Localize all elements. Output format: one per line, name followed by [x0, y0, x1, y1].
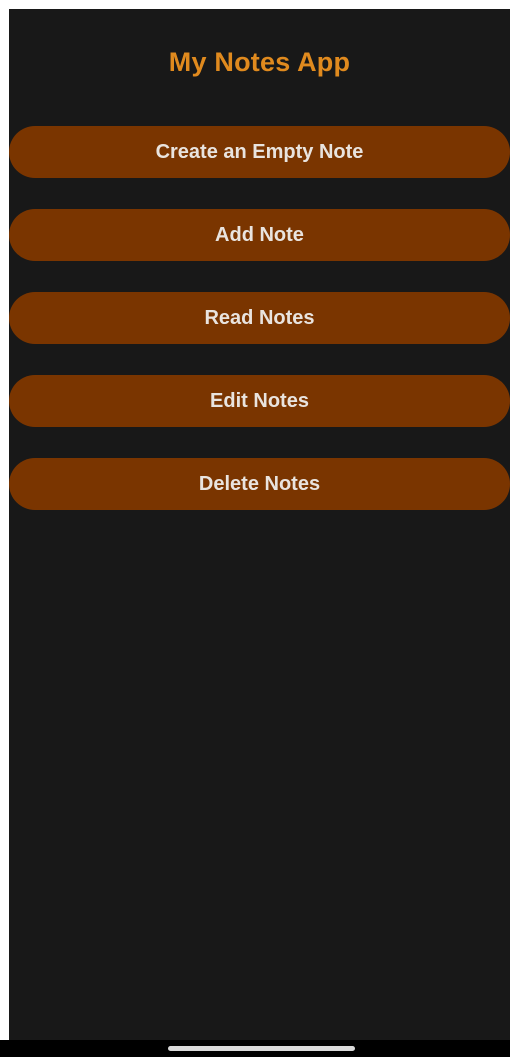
delete-notes-button[interactable]: Delete Notes — [9, 458, 510, 510]
add-note-button[interactable]: Add Note — [9, 209, 510, 261]
main-menu: Create an Empty Note Add Note Read Notes… — [9, 126, 510, 541]
app-screen: My Notes App Create an Empty Note Add No… — [9, 9, 510, 1040]
edit-notes-button[interactable]: Edit Notes — [9, 375, 510, 427]
read-notes-button[interactable]: Read Notes — [9, 292, 510, 344]
system-navigation-bar — [0, 1040, 510, 1057]
create-empty-note-button[interactable]: Create an Empty Note — [9, 126, 510, 178]
app-title: My Notes App — [168, 47, 351, 77]
home-indicator[interactable] — [168, 1046, 355, 1051]
